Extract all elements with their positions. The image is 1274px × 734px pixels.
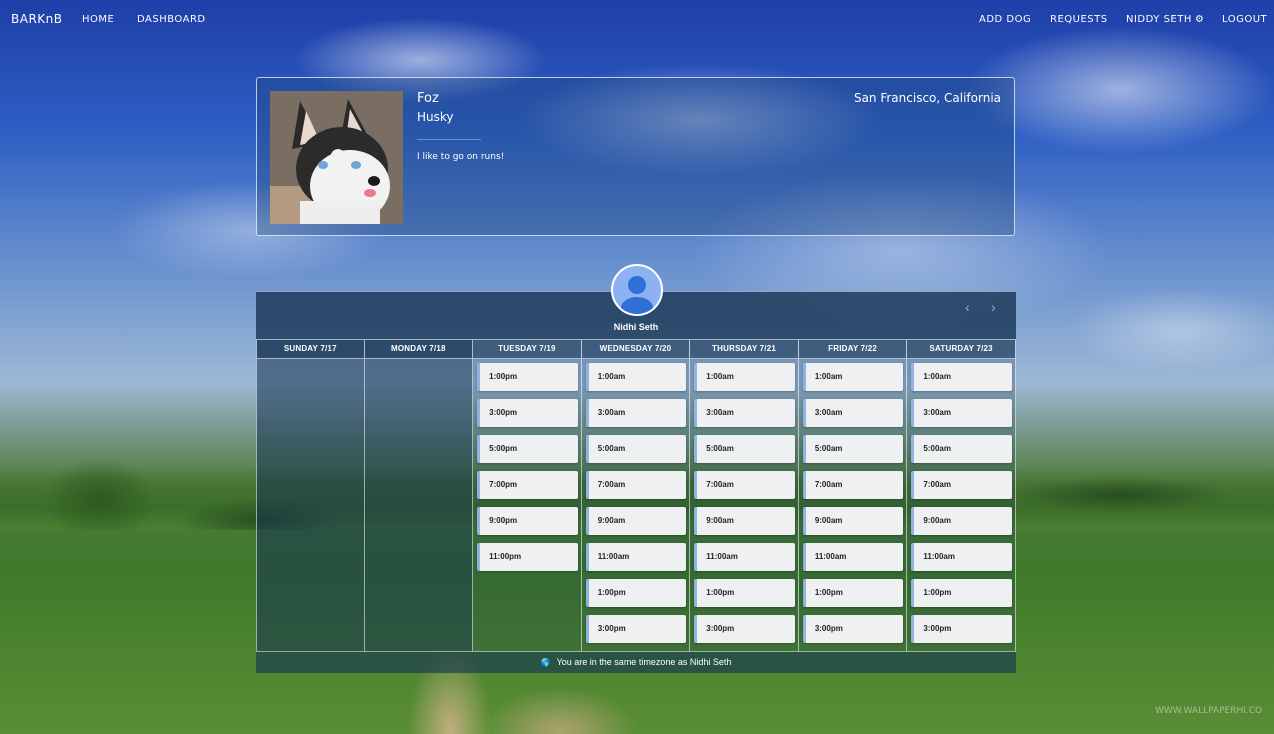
- time-slot-button[interactable]: 7:00am: [802, 471, 904, 499]
- slot-list: [365, 359, 473, 363]
- slot-list: 1:00am 3:00am 5:00am 7:00am 9:00am 11:00am 1:0…: [582, 359, 690, 643]
- time-slot-button[interactable]: 1:00pm: [694, 579, 795, 607]
- nav-user-menu[interactable]: NIDDY SETH ⚙: [1126, 14, 1204, 25]
- gear-icon: ⚙: [1194, 14, 1205, 25]
- time-slot-button[interactable]: 1:00pm: [802, 579, 904, 607]
- time-slot-button[interactable]: 1:00am: [911, 363, 1012, 391]
- slot-list: 1:00am 3:00am 5:00am 7:00am 9:00am 11:00am 1:0…: [799, 359, 907, 643]
- nav-user-label: NIDDY SETH: [1126, 14, 1192, 25]
- calendar-days: SUNDAY 7/17 MONDAY 7/18 TUESDAY 7/19 1:00pm…: [256, 339, 1016, 652]
- chevron-right-icon[interactable]: ›: [991, 299, 996, 315]
- day-label: SATURDAY 7/23: [907, 340, 1015, 359]
- host-name: Nidhi Seth: [613, 322, 659, 332]
- day-label: WEDNESDAY 7/20: [581, 340, 690, 359]
- time-slot-button[interactable]: 3:00pm: [694, 615, 795, 643]
- globe-icon: 🌎: [540, 658, 551, 667]
- day-label: SUNDAY 7/17: [257, 340, 364, 359]
- time-slot-button[interactable]: 9:00am: [585, 507, 687, 535]
- time-slot-button[interactable]: 3:00pm: [802, 615, 904, 643]
- brand-logo[interactable]: BARKnB: [11, 12, 63, 26]
- slot-list: [257, 359, 364, 363]
- day-label: THURSDAY 7/21: [690, 340, 798, 359]
- time-slot-button[interactable]: 7:00am: [585, 471, 687, 499]
- time-slot-button[interactable]: 3:00pm: [477, 399, 578, 427]
- user-icon: [621, 276, 653, 314]
- day-column: THURSDAY 7/21 1:00am 3:00am 5:00am 7:00am 9:0…: [690, 340, 799, 652]
- time-slot-button[interactable]: 11:00am: [911, 543, 1012, 571]
- day-column: WEDNESDAY 7/20 1:00am 3:00am 5:00am 7:00am 9:…: [581, 340, 691, 652]
- time-slot-button[interactable]: 11:00pm: [477, 543, 578, 571]
- time-slot-button[interactable]: 9:00am: [911, 507, 1012, 535]
- time-slot-button[interactable]: 11:00am: [802, 543, 904, 571]
- day-column: TUESDAY 7/19 1:00pm 3:00pm 5:00pm 7:00pm 9:00…: [473, 340, 582, 652]
- time-slot-button[interactable]: 1:00pm: [585, 579, 687, 607]
- dog-card: Foz Husky I like to go on runs! San Fran…: [256, 77, 1015, 236]
- avatar: [611, 264, 663, 316]
- day-column: SUNDAY 7/17: [256, 340, 365, 652]
- day-label: FRIDAY 7/22: [798, 340, 907, 359]
- time-slot-button[interactable]: 11:00am: [585, 543, 687, 571]
- dog-photo: [270, 91, 403, 224]
- time-slot-button[interactable]: 1:00am: [802, 363, 904, 391]
- time-slot-button[interactable]: 3:00am: [911, 399, 1012, 427]
- time-slot-button[interactable]: 1:00am: [694, 363, 795, 391]
- time-slot-button[interactable]: 5:00am: [911, 435, 1012, 463]
- dog-location: San Francisco, California: [853, 91, 1001, 105]
- day-label: TUESDAY 7/19: [473, 340, 581, 359]
- time-slot-button[interactable]: 3:00pm: [585, 615, 687, 643]
- chevron-left-icon[interactable]: ‹: [965, 299, 970, 315]
- time-slot-button[interactable]: 1:00am: [585, 363, 687, 391]
- time-slot-button[interactable]: 3:00pm: [911, 615, 1012, 643]
- time-slot-button[interactable]: 1:00pm: [477, 363, 578, 391]
- time-slot-button[interactable]: 11:00am: [694, 543, 795, 571]
- time-slot-button[interactable]: 7:00am: [911, 471, 1012, 499]
- timezone-note: 🌎 You are in the same timezone as Nidhi S…: [256, 651, 1016, 673]
- time-slot-button[interactable]: 7:00am: [694, 471, 795, 499]
- time-slot-button[interactable]: 3:00am: [694, 399, 795, 427]
- time-slot-button[interactable]: 5:00pm: [477, 435, 578, 463]
- nav-logout[interactable]: LOGOUT: [1222, 14, 1267, 25]
- slot-list: 1:00am 3:00am 5:00am 7:00am 9:00am 11:00am 1:0…: [690, 359, 798, 643]
- time-slot-button[interactable]: 9:00am: [694, 507, 795, 535]
- divider: [417, 139, 481, 140]
- slot-list: 1:00am 3:00am 5:00am 7:00am 9:00am 11:00am 1:0…: [907, 359, 1015, 643]
- nav-add-dog[interactable]: ADD DOG: [979, 14, 1031, 25]
- dog-bio: I like to go on runs!: [417, 152, 505, 162]
- day-column: SATURDAY 7/23 1:00am 3:00am 5:00am 7:00am 9:0…: [907, 340, 1016, 652]
- dog-name: Foz: [417, 91, 439, 106]
- time-slot-button[interactable]: 5:00am: [694, 435, 795, 463]
- time-slot-button[interactable]: 3:00am: [585, 399, 687, 427]
- time-slot-button[interactable]: 9:00am: [802, 507, 904, 535]
- nav-requests[interactable]: REQUESTS: [1050, 14, 1108, 25]
- watermark: WWW.WALLPAPERHI.CO: [1155, 706, 1263, 716]
- availability-calendar: Nidhi Seth ‹ › SUNDAY 7/17 MONDAY 7/18 TUE…: [256, 264, 1016, 673]
- day-column: MONDAY 7/18: [364, 340, 474, 652]
- dog-breed: Husky: [417, 110, 454, 124]
- top-nav: BARKnB HOME DASHBOARD ADD DOG REQUESTS N…: [0, 0, 1274, 40]
- day-label: MONDAY 7/18: [364, 340, 473, 359]
- day-column: FRIDAY 7/22 1:00am 3:00am 5:00am 7:00am 9:00a…: [798, 340, 908, 652]
- time-slot-button[interactable]: 5:00am: [585, 435, 687, 463]
- time-slot-button[interactable]: 1:00pm: [911, 579, 1012, 607]
- time-slot-button[interactable]: 3:00am: [802, 399, 904, 427]
- time-slot-button[interactable]: 9:00pm: [477, 507, 578, 535]
- nav-dashboard[interactable]: DASHBOARD: [137, 14, 206, 25]
- timezone-text: You are in the same timezone as Nidhi Se…: [556, 657, 732, 667]
- nav-home[interactable]: HOME: [82, 14, 114, 25]
- time-slot-button[interactable]: 5:00am: [802, 435, 904, 463]
- slot-list: 1:00pm 3:00pm 5:00pm 7:00pm 9:00pm 11:00pm: [473, 359, 581, 571]
- time-slot-button[interactable]: 7:00pm: [477, 471, 578, 499]
